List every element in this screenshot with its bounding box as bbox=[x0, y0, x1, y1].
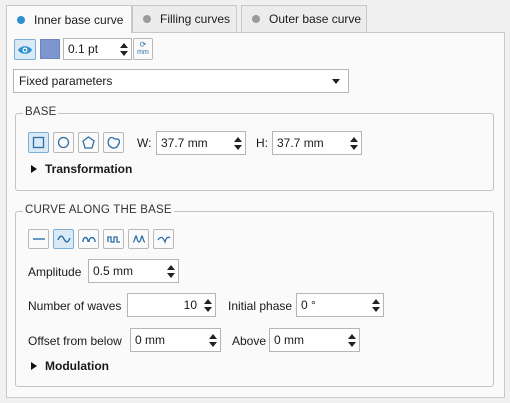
amplitude-stepper[interactable] bbox=[164, 260, 178, 282]
offset-input[interactable]: 0 mm bbox=[130, 328, 221, 352]
flat-wave-icon bbox=[32, 238, 45, 240]
height-input[interactable]: 37.7 mm bbox=[272, 131, 362, 155]
curve-mode-value: Fixed parameters bbox=[19, 74, 113, 88]
shape-square-button[interactable] bbox=[28, 132, 49, 153]
phase-input[interactable]: 0 ° bbox=[296, 293, 384, 317]
transformation-expander[interactable]: Transformation bbox=[31, 162, 132, 176]
shape-blob-button[interactable] bbox=[103, 132, 124, 153]
tab-label: Inner base curve bbox=[34, 12, 124, 27]
blob-icon bbox=[107, 136, 120, 149]
tab-filling-curves[interactable]: Filling curves bbox=[132, 5, 237, 32]
spin-up-icon[interactable] bbox=[204, 298, 212, 304]
wave-dip-button[interactable] bbox=[153, 229, 174, 249]
spin-up-icon[interactable] bbox=[348, 333, 356, 339]
wave-flat-button[interactable] bbox=[28, 229, 49, 249]
phase-stepper[interactable] bbox=[369, 294, 383, 316]
spin-down-icon[interactable] bbox=[204, 306, 212, 312]
spin-up-icon[interactable] bbox=[167, 264, 175, 270]
tab-dot-icon bbox=[252, 15, 260, 23]
offset-value: 0 mm bbox=[135, 333, 165, 347]
modulation-expander[interactable]: Modulation bbox=[31, 359, 109, 373]
refresh-icon: ⟳ bbox=[139, 40, 147, 49]
spin-up-icon[interactable] bbox=[209, 333, 217, 339]
visibility-toggle-button[interactable] bbox=[14, 39, 36, 60]
offset-stepper[interactable] bbox=[206, 329, 220, 351]
expand-arrow-icon bbox=[31, 362, 37, 370]
phase-value: 0 ° bbox=[301, 298, 316, 312]
tab-label: Outer base curve bbox=[269, 12, 362, 26]
sine-wave-icon bbox=[56, 235, 71, 243]
circle-icon bbox=[57, 136, 70, 149]
height-value: 37.7 mm bbox=[277, 136, 324, 150]
transformation-label: Transformation bbox=[45, 162, 133, 176]
shape-pentagon-button[interactable] bbox=[78, 132, 99, 153]
spin-down-icon[interactable] bbox=[167, 272, 175, 278]
line-width-value: 0.1 pt bbox=[68, 42, 99, 56]
amplitude-input[interactable]: 0.5 mm bbox=[88, 259, 179, 283]
line-width-input[interactable]: 0.1 pt bbox=[63, 38, 132, 60]
eye-icon bbox=[18, 45, 32, 54]
tab-outer-base-curve[interactable]: Outer base curve bbox=[241, 5, 367, 32]
tab-dot-icon bbox=[143, 15, 151, 23]
spin-down-icon[interactable] bbox=[350, 144, 358, 150]
spin-up-icon[interactable] bbox=[120, 42, 128, 48]
modulation-label: Modulation bbox=[45, 359, 109, 373]
unit-label: mm bbox=[137, 49, 149, 56]
spin-up-icon[interactable] bbox=[234, 136, 242, 142]
amplitude-value: 0.5 mm bbox=[93, 264, 134, 278]
spin-down-icon[interactable] bbox=[120, 50, 128, 56]
base-group-title: BASE bbox=[23, 106, 59, 118]
spin-down-icon[interactable] bbox=[234, 144, 242, 150]
expand-arrow-icon bbox=[31, 165, 37, 173]
width-value: 37.7 mm bbox=[161, 136, 208, 150]
square-icon bbox=[32, 136, 45, 149]
spin-up-icon[interactable] bbox=[372, 298, 380, 304]
color-swatch-button[interactable] bbox=[40, 39, 60, 59]
unit-toggle-button[interactable]: ⟳ mm bbox=[133, 38, 153, 60]
wave-square-button[interactable] bbox=[103, 229, 124, 249]
width-label: W: bbox=[137, 136, 152, 150]
shape-circle-button[interactable] bbox=[53, 132, 74, 153]
spin-down-icon[interactable] bbox=[209, 341, 217, 347]
waves-input[interactable]: 10 bbox=[127, 293, 216, 317]
height-label: H: bbox=[256, 136, 268, 150]
arch-wave-icon bbox=[81, 236, 96, 243]
height-stepper[interactable] bbox=[347, 132, 361, 154]
tab-inner-base-curve[interactable]: Inner base curve bbox=[6, 5, 132, 33]
tab-label: Filling curves bbox=[160, 12, 231, 26]
square-wave-icon bbox=[106, 236, 120, 243]
offset-label: Offset from below bbox=[28, 334, 122, 348]
phase-label: Initial phase bbox=[228, 299, 293, 313]
spin-down-icon[interactable] bbox=[372, 306, 380, 312]
waves-stepper[interactable] bbox=[201, 294, 215, 316]
dip-wave-icon bbox=[156, 236, 170, 244]
wave-peak-button[interactable] bbox=[128, 229, 149, 249]
waves-label: Number of waves bbox=[28, 299, 122, 313]
above-input[interactable]: 0 mm bbox=[269, 328, 360, 352]
spin-up-icon[interactable] bbox=[350, 136, 358, 142]
peak-wave-icon bbox=[132, 235, 145, 243]
tab-active-dot-icon bbox=[17, 15, 25, 24]
above-stepper[interactable] bbox=[345, 329, 359, 351]
above-value: 0 mm bbox=[274, 333, 304, 347]
wave-arch-button[interactable] bbox=[78, 229, 99, 249]
width-stepper[interactable] bbox=[231, 132, 245, 154]
above-label: Above bbox=[232, 334, 267, 348]
curve-group-title: CURVE ALONG THE BASE bbox=[23, 204, 174, 216]
waves-value: 10 bbox=[183, 298, 197, 312]
line-width-stepper[interactable] bbox=[117, 39, 131, 59]
curve-mode-select[interactable]: Fixed parameters bbox=[13, 69, 349, 93]
wave-sine-button[interactable] bbox=[53, 229, 74, 249]
spin-down-icon[interactable] bbox=[348, 341, 356, 347]
amplitude-label: Amplitude bbox=[28, 265, 82, 279]
chevron-down-icon bbox=[332, 78, 340, 84]
width-input[interactable]: 37.7 mm bbox=[156, 131, 246, 155]
pentagon-icon bbox=[82, 136, 95, 149]
